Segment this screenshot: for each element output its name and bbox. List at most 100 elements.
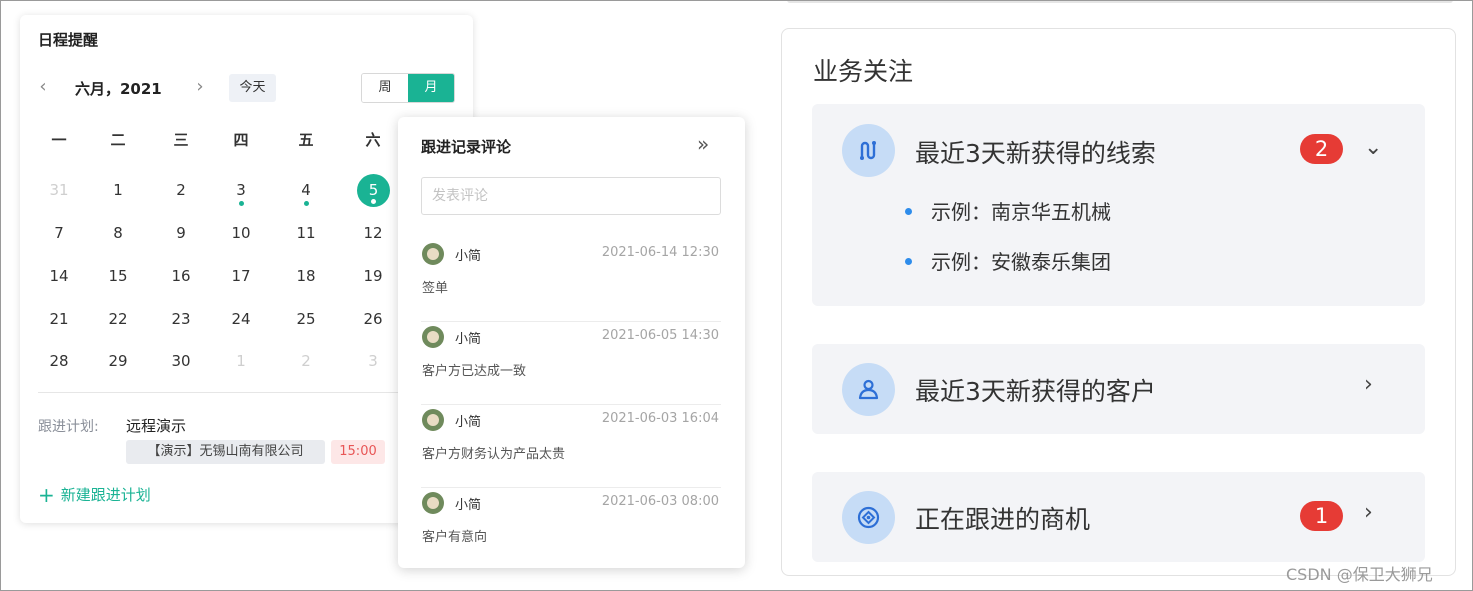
collapse-icon[interactable]: » <box>697 132 709 156</box>
avatar <box>422 326 444 348</box>
comment-user: 小简 <box>455 249 482 264</box>
weekday-fri: 五 <box>298 131 314 149</box>
plus-icon: + <box>38 483 55 507</box>
calendar-day[interactable]: 10 <box>221 217 261 249</box>
calendar-day[interactable]: 8 <box>98 217 138 249</box>
weekday-tue: 二 <box>110 131 126 149</box>
business-card: 业务关注 最近3天新获得的线索 2 ⌄ 示例：南京华五机械 示例：安徽泰乐集团 … <box>781 28 1456 576</box>
lead-item[interactable]: 示例：南京华五机械 <box>905 196 1111 225</box>
day-number: 3 <box>236 181 246 199</box>
top-divider <box>787 0 1453 3</box>
day-number: 4 <box>301 181 311 199</box>
business-title: 业务关注 <box>813 57 914 86</box>
comment-time: 2021-06-14 12:30 <box>601 245 719 260</box>
calendar-day[interactable]: 17 <box>221 260 261 292</box>
count-badge: 2 <box>1300 134 1343 164</box>
opportunity-icon <box>842 491 895 544</box>
today-button[interactable]: 今天 <box>229 74 276 102</box>
bullet-dot <box>905 258 912 265</box>
comment-item: 小简 2021-06-03 08:00 客户有意向 <box>421 488 721 571</box>
chevron-right-icon[interactable]: › <box>1364 372 1373 397</box>
schedule-title: 日程提醒 <box>38 31 99 49</box>
lead-item-label: 示例：南京华五机械 <box>931 200 1111 224</box>
weekday-mon: 一 <box>51 131 67 149</box>
comment-text: 客户方已达成一致 <box>422 364 527 379</box>
chevron-right-icon[interactable]: › <box>1364 500 1373 525</box>
bullet-dot <box>905 208 912 215</box>
lead-item-label: 示例：安徽泰乐集团 <box>931 250 1111 274</box>
calendar-day[interactable]: 30 <box>161 345 201 377</box>
calendar-day[interactable]: 15 <box>98 260 138 292</box>
avatar <box>422 409 444 431</box>
new-plan-label: 新建跟进计划 <box>60 486 151 504</box>
count-badge: 1 <box>1300 501 1343 531</box>
calendar-day[interactable]: 31 <box>39 174 79 206</box>
comment-item: 小简 2021-06-05 14:30 客户方已达成一致 <box>421 322 721 405</box>
calendar-day[interactable]: 19 <box>353 260 393 292</box>
plan-label: 跟进计划: <box>38 419 99 435</box>
panel-new-customers[interactable]: 最近3天新获得的客户 › <box>812 344 1425 434</box>
comments-title: 跟进记录评论 <box>421 138 512 156</box>
calendar-day[interactable]: 4 <box>286 174 326 206</box>
comment-input[interactable] <box>421 177 721 215</box>
calendar-day[interactable]: 18 <box>286 260 326 292</box>
calendar-day[interactable]: 1 <box>221 345 261 377</box>
comment-text: 签单 <box>422 281 449 296</box>
calendar-day[interactable]: 16 <box>161 260 201 292</box>
event-dot <box>371 199 376 204</box>
prev-month-icon[interactable]: ‹ <box>35 77 51 97</box>
comments-panel: 跟进记录评论 » 小简 2021-06-14 12:30 签单 小简 2021-… <box>398 117 745 568</box>
calendar-day[interactable]: 23 <box>161 303 201 335</box>
comment-text: 客户方财务认为产品太贵 <box>422 447 566 462</box>
comment-user: 小简 <box>455 332 482 347</box>
comment-time: 2021-06-05 14:30 <box>601 328 719 343</box>
comment-time: 2021-06-03 08:00 <box>601 494 719 509</box>
calendar-day[interactable]: 2 <box>286 345 326 377</box>
calendar-day[interactable]: 25 <box>286 303 326 335</box>
calendar-day-selected[interactable]: 5 <box>353 174 393 207</box>
weekday-wed: 三 <box>173 131 189 149</box>
calendar-day[interactable]: 3 <box>221 174 261 206</box>
new-plan-button[interactable]: + 新建跟进计划 <box>38 483 151 507</box>
plan-company-tag[interactable]: 【演示】无锡山南有限公司 <box>126 440 325 464</box>
calendar-day[interactable]: 9 <box>161 217 201 249</box>
panel-opportunities[interactable]: 正在跟进的商机 1 › <box>812 472 1425 562</box>
calendar-day[interactable]: 29 <box>98 345 138 377</box>
event-dot <box>239 201 244 206</box>
panel-title: 最近3天新获得的线索 <box>915 139 1156 168</box>
week-view-button[interactable]: 周 <box>362 74 408 102</box>
comment-item: 小简 2021-06-03 16:04 客户方财务认为产品太贵 <box>421 405 721 488</box>
comment-time: 2021-06-03 16:04 <box>601 411 719 426</box>
lead-item[interactable]: 示例：安徽泰乐集团 <box>905 246 1111 275</box>
panel-new-leads[interactable]: 最近3天新获得的线索 2 ⌄ 示例：南京华五机械 示例：安徽泰乐集团 <box>812 104 1425 306</box>
avatar <box>422 492 444 514</box>
panel-title: 正在跟进的商机 <box>915 505 1091 534</box>
calendar-day[interactable]: 2 <box>161 174 201 206</box>
chevron-down-icon[interactable]: ⌄ <box>1364 135 1382 160</box>
next-month-icon[interactable]: › <box>192 77 208 97</box>
comment-item: 小简 2021-06-14 12:30 签单 <box>421 239 721 322</box>
customer-icon <box>842 363 895 416</box>
weekday-thu: 四 <box>233 131 249 149</box>
panel-title: 最近3天新获得的客户 <box>915 377 1156 406</box>
calendar-day[interactable]: 1 <box>98 174 138 206</box>
comment-text: 客户有意向 <box>422 530 488 545</box>
calendar-day[interactable]: 24 <box>221 303 261 335</box>
calendar-day[interactable]: 11 <box>286 217 326 249</box>
avatar <box>422 243 444 265</box>
calendar-day[interactable]: 3 <box>353 345 393 377</box>
calendar-day[interactable]: 21 <box>39 303 79 335</box>
event-dot <box>304 201 309 206</box>
plan-time-tag: 15:00 <box>331 440 385 464</box>
month-view-button[interactable]: 月 <box>408 74 454 102</box>
calendar-day[interactable]: 12 <box>353 217 393 249</box>
calendar-day[interactable]: 7 <box>39 217 79 249</box>
view-toggle: 周 月 <box>361 73 455 103</box>
watermark: CSDN @保卫大狮兄 <box>1286 565 1433 584</box>
plan-title[interactable]: 远程演示 <box>126 415 186 436</box>
calendar-day[interactable]: 14 <box>39 260 79 292</box>
calendar-day[interactable]: 28 <box>39 345 79 377</box>
calendar-day[interactable]: 26 <box>353 303 393 335</box>
month-label: 六月，2021 <box>75 80 162 98</box>
calendar-day[interactable]: 22 <box>98 303 138 335</box>
